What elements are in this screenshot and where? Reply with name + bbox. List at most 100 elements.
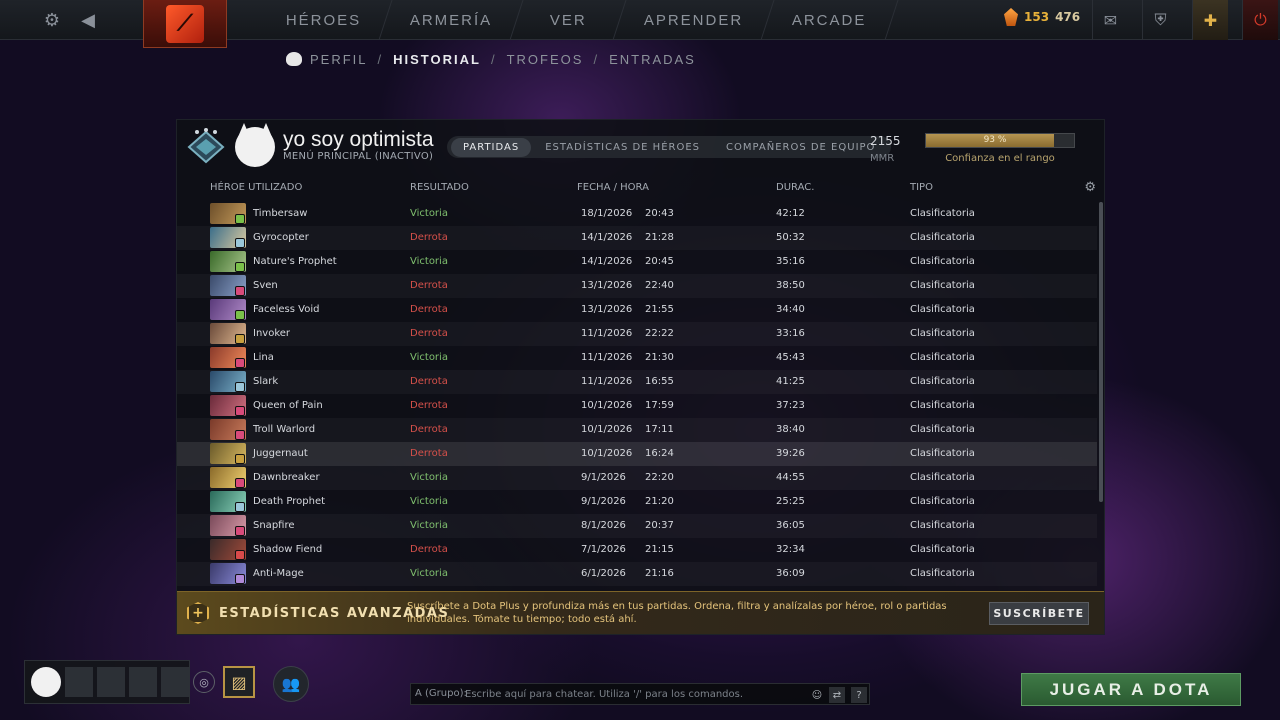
subnav-entries[interactable]: ENTRADAS [609,52,696,67]
hero-name: Nature's Prophet [253,256,337,267]
subnav-history[interactable]: HISTORIAL [393,52,481,67]
match-time: 21:30 [645,352,674,363]
voice-chat-icon[interactable]: ◎ [193,671,215,693]
hero-name: Shadow Fiend [253,544,323,555]
table-row[interactable]: Invoker Derrota 11/1/2026 22:22 33:16 Clasifi… [177,322,1097,346]
match-type: Clasificatoria [910,424,975,435]
table-row[interactable]: Nature's Prophet Victoria 14/1/2026 20:45 35… [177,250,1097,274]
subscribe-button[interactable]: SUSCRÍBETE [989,602,1089,625]
table-row[interactable]: Timbersaw Victoria 18/1/2026 20:43 42:12 Clas… [177,202,1097,226]
table-row[interactable]: Queen of Pain Derrota 10/1/2026 17:59 37:23 C… [177,394,1097,418]
role-badge-icon [235,526,245,536]
tab-teammates[interactable]: COMPAÑEROS DE EQUIPO [714,138,887,157]
match-duration: 32:34 [776,544,805,555]
match-time: 21:15 [645,544,674,555]
col-hero-header: HÉROE UTILIZADO [210,182,303,193]
table-row[interactable]: Juggernaut Derrota 10/1/2026 16:24 39:26 Clas… [177,442,1097,466]
match-result: Derrota [410,232,448,243]
col-duration-header: DURAC. [776,182,815,193]
party-slot[interactable] [65,667,93,697]
nav-armory[interactable]: ARMERÍA [379,0,525,40]
match-result: Derrota [410,304,448,315]
match-duration: 25:25 [776,496,805,507]
match-duration: 44:55 [776,472,805,483]
table-row[interactable]: Slark Derrota 11/1/2026 16:55 41:25 Clasifica… [177,370,1097,394]
table-row[interactable]: Lina Victoria 11/1/2026 21:30 45:43 Clasifica… [177,346,1097,370]
nav-watch[interactable]: VER [511,0,627,40]
table-row[interactable]: Gyrocopter Derrota 14/1/2026 21:28 50:32 Clas… [177,226,1097,250]
table-row[interactable]: Dawnbreaker Victoria 9/1/2026 22:20 44:55 Cla… [177,466,1097,490]
table-row[interactable]: Snapfire Victoria 8/1/2026 20:37 36:05 Clasif… [177,514,1097,538]
match-date: 9/1/2026 [581,496,626,507]
chat-channel-label: A (Grupo): [415,688,467,699]
hero-name: Troll Warlord [253,424,316,435]
help-button[interactable]: ? [851,687,867,703]
party-slot[interactable] [129,667,157,697]
match-type: Clasificatoria [910,280,975,291]
scrollbar-thumb[interactable] [1099,202,1103,502]
settings-gear-icon[interactable]: ⚙ [38,0,66,40]
role-badge-icon [235,382,245,392]
table-row[interactable]: Anti-Mage Victoria 6/1/2026 21:16 36:09 Clasi… [177,562,1097,586]
match-time: 17:59 [645,400,674,411]
match-result: Derrota [410,544,448,555]
power-icon[interactable]: ⏻ [1242,0,1278,40]
table-row[interactable]: Faceless Void Derrota 13/1/2026 21:55 34:40 C… [177,298,1097,322]
subnav-profile[interactable]: PERFIL [310,52,368,67]
match-time: 21:20 [645,496,674,507]
table-row[interactable]: Sven Derrota 13/1/2026 22:40 38:50 Clasificat… [177,274,1097,298]
history-tabs: PARTIDAS ESTADÍSTICAS DE HÉROES COMPAÑER… [447,136,892,158]
match-time: 22:22 [645,328,674,339]
role-badge-icon [235,214,245,224]
player-name: yo soy optimista [283,128,434,151]
main-nav: HÉROES ARMERÍA VER APRENDER ARCADE [255,0,898,40]
hero-name: Snapfire [253,520,295,531]
dota-plus-banner: + ESTADÍSTICAS AVANZADAS Suscríbete a Do… [177,591,1104,634]
dota-logo-button[interactable]: ⟋ [143,0,227,48]
party-self-avatar[interactable] [31,667,61,697]
tab-matches[interactable]: PARTIDAS [451,137,532,157]
match-type: Clasificatoria [910,400,975,411]
table-row[interactable]: Shadow Fiend Derrota 7/1/2026 21:15 32:34 Cla… [177,538,1097,562]
party-slot[interactable] [97,667,125,697]
nav-learn[interactable]: APRENDER [613,0,775,40]
friends-icon[interactable]: 👥 [273,666,309,702]
match-result: Victoria [410,520,448,531]
hero-name: Timbersaw [253,208,308,219]
party-slot[interactable] [161,667,189,697]
table-row[interactable]: Troll Warlord Derrota 10/1/2026 17:11 38:40 C… [177,418,1097,442]
subnav-trophies[interactable]: TROFEOS [507,52,584,67]
avatar[interactable] [235,127,275,167]
nav-heroes[interactable]: HÉROES [255,0,393,40]
armory-shield-icon[interactable]: ⛨ [1142,0,1178,40]
back-arrow-icon[interactable]: ◀ [76,0,100,40]
mmr-value: 2155 [870,134,901,148]
role-badge-icon [235,454,245,464]
match-type: Clasificatoria [910,472,975,483]
match-date: 13/1/2026 [581,304,633,315]
match-duration: 39:26 [776,448,805,459]
match-duration: 38:40 [776,424,805,435]
match-date: 18/1/2026 [581,208,633,219]
chat-wheel-icon[interactable]: ⇄ [829,687,845,703]
nav-arcade[interactable]: ARCADE [761,0,898,40]
hero-name: Dawnbreaker [253,472,320,483]
match-duration: 45:43 [776,352,805,363]
tab-hero-stats[interactable]: ESTADÍSTICAS DE HÉROES [533,138,712,157]
battle-pass-badge-icon[interactable]: ▨ [223,666,255,698]
match-type: Clasificatoria [910,304,975,315]
chat-input[interactable] [465,686,805,702]
dota-plus-icon[interactable]: ✚ [1192,0,1228,40]
match-result: Victoria [410,472,448,483]
table-settings-gear-icon[interactable]: ⚙ [1084,180,1096,195]
play-dota-button[interactable]: JUGAR A DOTA [1021,673,1241,706]
table-row[interactable]: Death Prophet Victoria 9/1/2026 21:20 25:25 C… [177,490,1097,514]
scrollbar[interactable] [1099,202,1103,502]
rank-confidence-value: 93 % [983,135,1007,145]
mail-icon[interactable]: ✉ [1092,0,1128,40]
match-result: Victoria [410,496,448,507]
emoji-icon[interactable]: ☺ [809,687,825,703]
match-date: 10/1/2026 [581,424,633,435]
currency-display[interactable]: 153 476 [1004,8,1080,26]
role-badge-icon [235,478,245,488]
